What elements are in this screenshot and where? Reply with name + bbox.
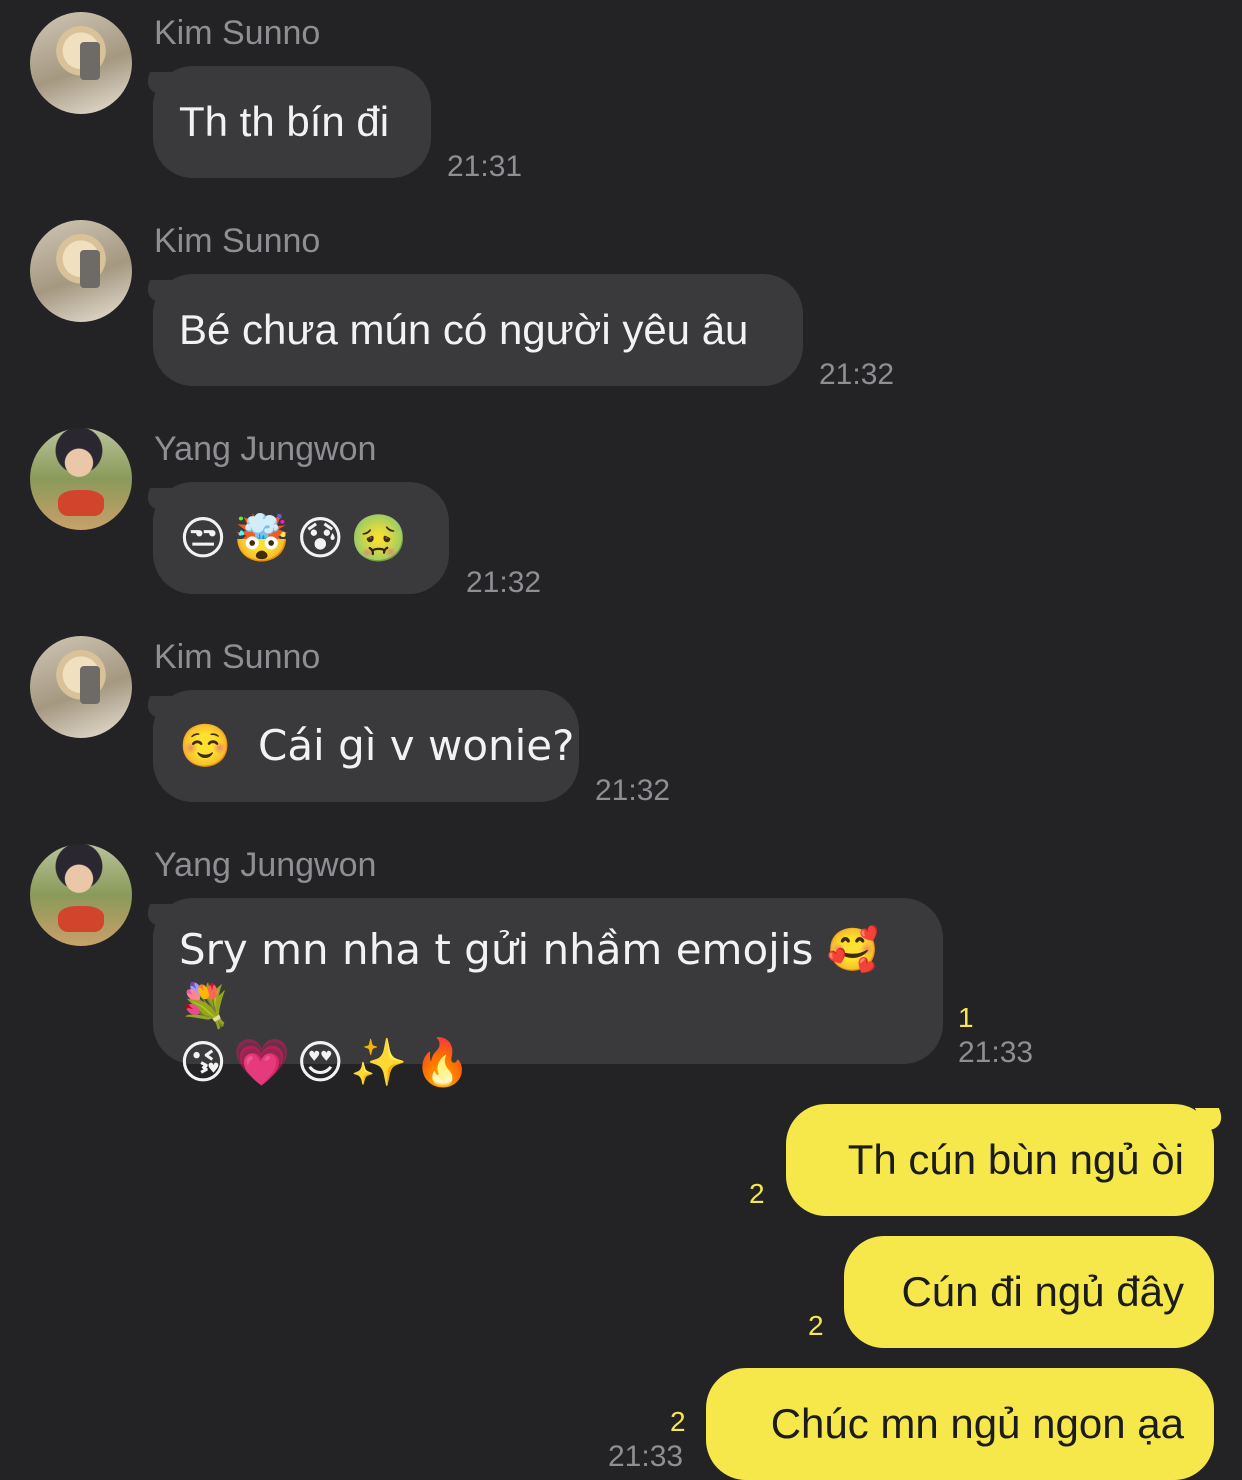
message-time: 21:32 [819,358,895,391]
sender-name: Kim Sunno [154,14,321,52]
outgoing-message-bubble[interactable]: Th cún bùn ngủ òi [786,1104,1214,1216]
message-emoji-line: 😘💗😍✨🔥 [179,1035,477,1089]
message-bubble[interactable]: Bé chưa mún có người yêu âu [153,274,803,386]
message-text: Chúc mn ngủ ngon ạa [770,1400,1184,1447]
message-bubble[interactable]: Th th bín đi [153,66,431,178]
unread-count: 2 [808,1310,824,1341]
kim-sunno-avatar[interactable] [30,220,132,322]
kim-sunno-avatar[interactable] [30,12,132,114]
message-text: ☺️ Cái gì v wonie? [179,721,575,770]
yang-jungwon-avatar[interactable] [30,428,132,530]
yang-jungwon-avatar[interactable] [30,844,132,946]
message-text-line: Sry mn nha t gửi nhầm emojis 🥰💐 [179,925,880,1030]
message-bubble[interactable]: 😒🤯😰🤢 [153,482,449,594]
sender-name: Yang Jungwon [154,430,377,468]
outgoing-message-bubble[interactable]: Chúc mn ngủ ngon ạa [706,1368,1214,1480]
message-time: 21:32 [466,566,542,599]
message-time: 21:31 [447,150,523,183]
message-emojis: 😒🤯😰🤢 [179,510,414,565]
outgoing-message-bubble[interactable]: Cún đi ngủ đây [844,1236,1214,1348]
message-text: Bé chưa mún có người yêu âu [179,306,749,353]
sender-name: Kim Sunno [154,222,321,260]
unread-count: 2 [749,1178,765,1209]
message-text: Th cún bùn ngủ òi [847,1136,1184,1183]
message-time: 21:32 [595,774,671,807]
sender-name: Kim Sunno [154,638,321,676]
message-text: Cún đi ngủ đây [901,1268,1184,1315]
unread-count: 1 [958,1002,974,1033]
unread-count: 2 [670,1406,686,1437]
kim-sunno-avatar[interactable] [30,636,132,738]
message-bubble[interactable]: Sry mn nha t gửi nhầm emojis 🥰💐 😘💗😍✨🔥 [153,898,943,1089]
sender-name: Yang Jungwon [154,846,377,884]
message-time: 21:33 [608,1440,684,1473]
message-text: Th th bín đi [179,98,390,145]
message-time: 21:33 [958,1036,1034,1069]
message-bubble[interactable]: ☺️ Cái gì v wonie? [153,690,579,802]
